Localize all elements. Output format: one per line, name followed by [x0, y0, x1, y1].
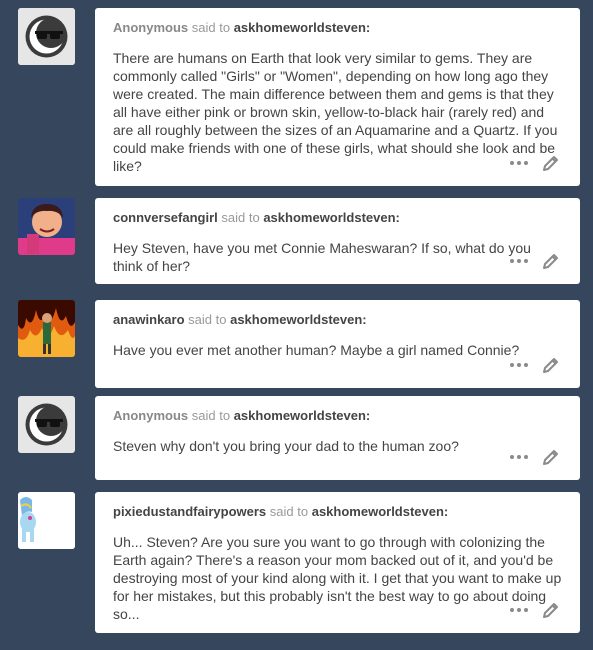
avatar-anonymous[interactable] — [18, 8, 75, 65]
steven-avatar-icon — [18, 198, 75, 255]
ask-body: There are humans on Earth that look very… — [113, 50, 558, 174]
anonymous-sunglasses-icon — [18, 396, 75, 453]
said-to-text: said to — [191, 20, 231, 35]
said-to-text: said to — [221, 210, 260, 225]
post-actions — [510, 154, 560, 172]
recipient-name[interactable]: askhomeworldsteven: — [312, 504, 449, 519]
post-actions — [510, 252, 560, 270]
recipient-name[interactable]: askhomeworldsteven: — [234, 408, 371, 423]
ask-card: Anonymous said to askhomeworldsteven: Th… — [95, 8, 580, 186]
ask-body: Hey Steven, have you met Connie Maheswar… — [113, 240, 531, 274]
said-to-text: said to — [188, 312, 227, 327]
avatar-connversefangirl[interactable] — [18, 198, 75, 255]
edit-pencil-icon[interactable] — [542, 601, 560, 619]
said-to-text: said to — [269, 504, 309, 519]
ask-header: pixiedustandfairypowers said to askhomew… — [113, 504, 562, 520]
ask-header: connversefangirl said to askhomeworldste… — [113, 210, 562, 226]
asker-name[interactable]: pixiedustandfairypowers — [113, 504, 266, 519]
anonymous-sunglasses-icon — [18, 8, 75, 65]
recipient-name[interactable]: askhomeworldsteven: — [263, 210, 400, 225]
ask-header: Anonymous said to askhomeworldsteven: — [113, 408, 562, 424]
more-options-icon[interactable] — [510, 455, 528, 459]
ask-body: Uh... Steven? Are you sure you want to g… — [113, 534, 562, 622]
fire-avatar-icon — [18, 300, 75, 357]
post-actions — [510, 448, 560, 466]
more-options-icon[interactable] — [510, 161, 528, 165]
edit-pencil-icon[interactable] — [542, 448, 560, 466]
recipient-name[interactable]: askhomeworldsteven: — [230, 312, 367, 327]
ask-card: anawinkaro said to askhomeworldsteven: H… — [95, 300, 580, 388]
ask-card: connversefangirl said to askhomeworldste… — [95, 198, 580, 284]
more-options-icon[interactable] — [510, 363, 528, 367]
ask-body: Steven why don't you bring your dad to t… — [113, 438, 459, 454]
ask-card: pixiedustandfairypowers said to askhomew… — [95, 492, 580, 633]
edit-pencil-icon[interactable] — [542, 252, 560, 270]
ask-header: Anonymous said to askhomeworldsteven: — [113, 20, 562, 36]
post-actions — [510, 601, 560, 619]
ask-card: Anonymous said to askhomeworldsteven: St… — [95, 396, 580, 480]
more-options-icon[interactable] — [510, 259, 528, 263]
avatar-pixiedustandfairypowers[interactable] — [18, 492, 75, 549]
asker-name[interactable]: anawinkaro — [113, 312, 185, 327]
ask-header: anawinkaro said to askhomeworldsteven: — [113, 312, 562, 328]
asker-name[interactable]: connversefangirl — [113, 210, 218, 225]
more-options-icon[interactable] — [510, 608, 528, 612]
asker-name[interactable]: Anonymous — [113, 408, 188, 423]
edit-pencil-icon[interactable] — [542, 356, 560, 374]
pony-avatar-icon — [18, 492, 75, 549]
recipient-name[interactable]: askhomeworldsteven: — [234, 20, 371, 35]
edit-pencil-icon[interactable] — [542, 154, 560, 172]
avatar-anonymous[interactable] — [18, 396, 75, 453]
asker-name[interactable]: Anonymous — [113, 20, 188, 35]
post-actions — [510, 356, 560, 374]
ask-body: Have you ever met another human? Maybe a… — [113, 342, 520, 358]
said-to-text: said to — [191, 408, 231, 423]
avatar-anawinkaro[interactable] — [18, 300, 75, 357]
